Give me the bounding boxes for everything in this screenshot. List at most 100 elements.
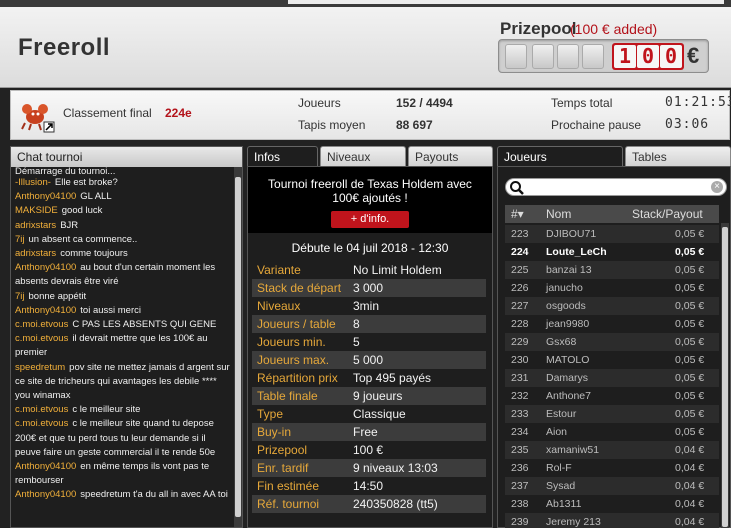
player-row[interactable]: 237 Sysad 0,04 € bbox=[505, 477, 719, 495]
player-name: DJIBOU71 bbox=[546, 228, 597, 240]
player-name: jean9980 bbox=[546, 318, 590, 330]
tab-niveaux[interactable]: Niveaux bbox=[320, 146, 406, 168]
start-date: Débute le 04 juil 2018 - 12:30 bbox=[291, 241, 449, 255]
chat-text: bonne appétit bbox=[28, 290, 87, 302]
counter-digit-empty bbox=[582, 44, 604, 69]
player-payout: 0,05 € bbox=[675, 300, 705, 312]
player-row[interactable]: 223 DJIBOU71 0,05 € bbox=[505, 225, 719, 243]
tab-joueurs[interactable]: Joueurs bbox=[497, 146, 623, 168]
tab-infos[interactable]: Infos bbox=[247, 146, 318, 168]
player-payout: 0,05 € bbox=[675, 318, 705, 330]
counter-digit-empty bbox=[532, 44, 554, 69]
player-row[interactable]: 233 Estour 0,05 € bbox=[505, 405, 719, 423]
chat-message: c.moi.etvous C PAS LES ABSENTS QUI GENE bbox=[15, 318, 231, 332]
player-payout: 0,05 € bbox=[675, 336, 705, 348]
clear-icon[interactable]: × bbox=[711, 181, 723, 193]
chat-username[interactable]: Anthony04100 bbox=[15, 461, 76, 472]
player-row[interactable]: 234 Aion 0,05 € bbox=[505, 423, 719, 441]
player-row[interactable]: 228 jean9980 0,05 € bbox=[505, 315, 719, 333]
player-name: Aion bbox=[546, 426, 568, 438]
chat-message: c.moi.etvous c le meilleur site bbox=[15, 403, 231, 417]
player-name: Sysad bbox=[546, 480, 576, 492]
chat-username[interactable]: Anthony04100 bbox=[15, 489, 76, 500]
next-break-label: Prochaine pause bbox=[551, 118, 642, 132]
top-bar bbox=[0, 0, 731, 7]
chat-message: c.moi.etvous c le meilleur site quand tu … bbox=[15, 417, 231, 460]
chat-username[interactable]: c.moi.etvous bbox=[15, 333, 68, 344]
chat-text: GL ALL bbox=[80, 191, 112, 203]
info-row: Stack de départ 3 000 bbox=[252, 279, 486, 297]
player-row[interactable]: 230 MATOLO 0,05 € bbox=[505, 351, 719, 369]
counter-digit-empty bbox=[505, 44, 527, 69]
column-rank[interactable]: #▾ bbox=[511, 205, 524, 223]
tournament-header: Freeroll Prizepool (100 € added) 1 0 0 € bbox=[0, 0, 731, 88]
player-rank: 225 bbox=[511, 264, 529, 276]
player-payout: 0,05 € bbox=[675, 282, 705, 294]
chat-title: Chat tournoi bbox=[11, 147, 242, 167]
player-row[interactable]: 231 Damarys 0,05 € bbox=[505, 369, 719, 387]
player-row[interactable]: 238 Ab1311 0,04 € bbox=[505, 495, 719, 513]
info-row: Répartition prix Top 495 payés bbox=[252, 369, 486, 387]
player-name: banzai 13 bbox=[546, 264, 592, 276]
player-name: Gsx68 bbox=[546, 336, 577, 348]
chat-text: Elle est broke? bbox=[54, 177, 118, 188]
player-row[interactable]: 236 Rol-F 0,04 € bbox=[505, 459, 719, 477]
chat-username[interactable]: adrixstars bbox=[15, 248, 56, 259]
info-value: 3 000 bbox=[353, 281, 384, 295]
player-row[interactable]: 226 janucho 0,05 € bbox=[505, 279, 719, 297]
chat-text: c le meilleur site bbox=[72, 404, 141, 416]
info-value: 240350828 (tt5) bbox=[353, 497, 438, 511]
avg-stack-label: Tapis moyen bbox=[298, 118, 366, 132]
player-row[interactable]: 229 Gsx68 0,05 € bbox=[505, 333, 719, 351]
player-row[interactable]: 239 Jeremy 213 0,04 € bbox=[505, 513, 719, 528]
info-key: Enr. tardif bbox=[257, 461, 309, 475]
search-icon[interactable] bbox=[509, 180, 525, 201]
player-rank: 226 bbox=[511, 282, 529, 294]
chat-username[interactable]: c.moi.etvous bbox=[15, 404, 68, 415]
player-row[interactable]: 225 banzai 13 0,05 € bbox=[505, 261, 719, 279]
chat-username[interactable]: c.moi.etvous bbox=[15, 319, 68, 330]
chat-username[interactable]: c.moi.etvous bbox=[15, 418, 68, 429]
more-info-button[interactable]: + d'info. bbox=[331, 211, 409, 228]
column-name[interactable]: Nom bbox=[546, 205, 571, 223]
player-rank: 237 bbox=[511, 480, 529, 492]
info-row: Joueurs max. 5 000 bbox=[252, 351, 486, 369]
chat-messages[interactable]: Démarrage du tournoi... -Illusion- Elle e… bbox=[11, 167, 235, 527]
chat-username[interactable]: Anthony04100 bbox=[15, 305, 76, 316]
info-value: 5 bbox=[353, 335, 360, 349]
players-scrollbar[interactable] bbox=[721, 223, 729, 528]
player-name: janucho bbox=[546, 282, 583, 294]
chat-username[interactable]: 7ij bbox=[15, 234, 25, 245]
column-payout[interactable]: Stack/Payout bbox=[632, 205, 703, 223]
info-row: Joueurs min. 5 bbox=[252, 333, 486, 351]
total-time-label: Temps total bbox=[551, 96, 613, 110]
player-row[interactable]: 224 Loute_LeCh 0,05 € bbox=[505, 243, 719, 261]
info-value: 9 niveaux 13:03 bbox=[353, 461, 438, 475]
chat-username[interactable]: adrixstars bbox=[15, 220, 56, 231]
info-key: Niveaux bbox=[257, 299, 301, 313]
player-row[interactable]: 227 osgoods 0,05 € bbox=[505, 297, 719, 315]
tab-tables[interactable]: Tables bbox=[625, 146, 731, 168]
player-search-input[interactable]: × bbox=[505, 178, 727, 196]
tournament-summary: Classement final 224e Joueurs 152 / 4494… bbox=[10, 90, 731, 140]
info-key: Prizepool bbox=[257, 443, 308, 457]
chat-username[interactable]: Anthony04100 bbox=[15, 191, 76, 202]
tab-payouts[interactable]: Payouts bbox=[408, 146, 493, 168]
chat-scrollbar[interactable] bbox=[234, 167, 242, 527]
chat-message: Anthony04100 en même temps ils vont pas t… bbox=[15, 460, 231, 488]
player-payout: 0,05 € bbox=[675, 246, 705, 258]
player-row[interactable]: 235 xamaniw51 0,04 € bbox=[505, 441, 719, 459]
lobster-avatar-icon[interactable] bbox=[19, 97, 55, 133]
chat-username[interactable]: 7ij bbox=[15, 291, 25, 302]
player-name: MATOLO bbox=[546, 354, 590, 366]
player-row[interactable]: 232 Anthone7 0,05 € bbox=[505, 387, 719, 405]
chat-username[interactable]: MAKSIDE bbox=[15, 205, 58, 216]
player-name: osgoods bbox=[546, 300, 586, 312]
chat-username[interactable]: Anthony04100 bbox=[15, 262, 76, 273]
info-key: Joueurs max. bbox=[257, 353, 330, 367]
info-value: 8 bbox=[353, 317, 360, 331]
chat-username[interactable]: speedretum bbox=[15, 362, 65, 373]
prizepool-label: Prizepool bbox=[500, 19, 577, 38]
player-payout: 0,05 € bbox=[675, 408, 705, 420]
chat-username[interactable]: -Illusion- bbox=[15, 177, 51, 188]
